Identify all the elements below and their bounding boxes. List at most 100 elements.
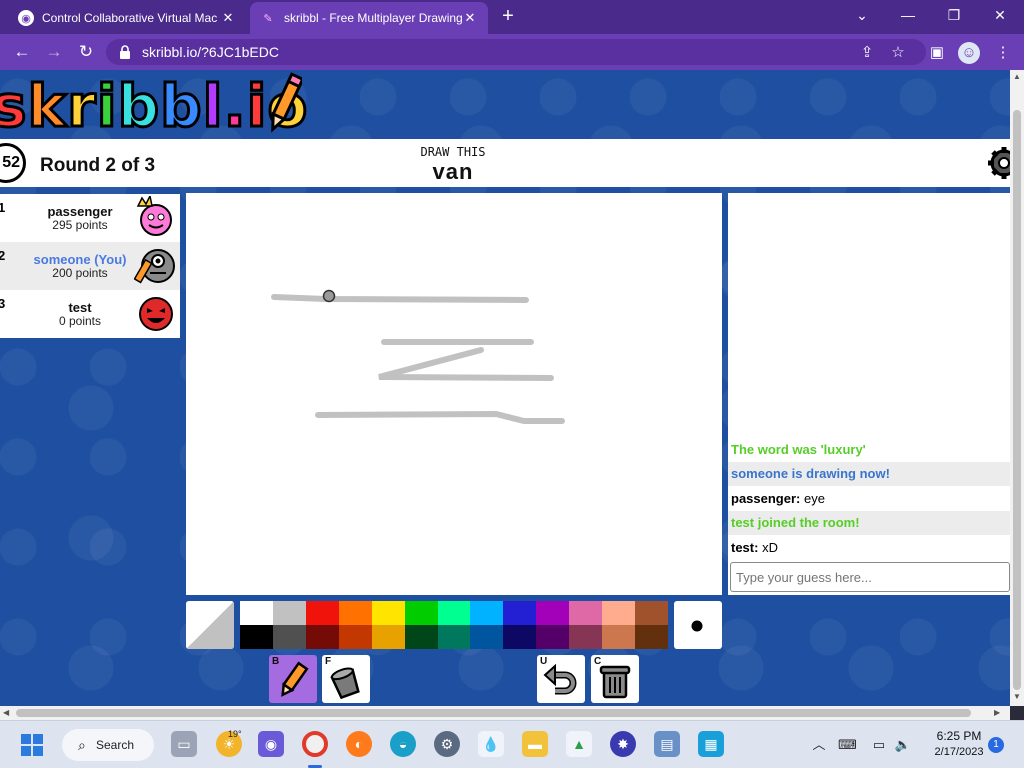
color-swatch[interactable] <box>338 625 372 649</box>
menu-kebab-icon[interactable]: ⋮ <box>992 42 1014 64</box>
vertical-scroll-thumb[interactable] <box>1013 110 1021 690</box>
water-drop-app-icon[interactable]: 💧 <box>478 731 504 757</box>
fill-tool-button[interactable]: F <box>322 655 370 703</box>
tab-close-icon[interactable]: ✕ <box>462 10 478 26</box>
color-swatch[interactable] <box>240 625 273 649</box>
player-row-someone[interactable]: 2 someone (You) 200 points <box>0 242 180 290</box>
clock-time[interactable]: 6:25 PM <box>920 729 998 743</box>
current-color-preview[interactable] <box>186 601 234 649</box>
guess-input[interactable] <box>730 562 1010 592</box>
minimize-button[interactable]: — <box>888 4 928 28</box>
color-swatch[interactable] <box>305 601 339 625</box>
color-swatch[interactable] <box>240 601 273 625</box>
color-swatch[interactable] <box>305 625 339 649</box>
color-swatch[interactable] <box>272 625 306 649</box>
brush-tool-button[interactable]: B <box>269 655 317 703</box>
color-swatch[interactable] <box>536 625 570 649</box>
draw-this-label: DRAW THIS <box>420 145 486 159</box>
color-swatch[interactable] <box>569 625 603 649</box>
color-palette <box>240 601 668 649</box>
profile-avatar-icon[interactable]: ☺ <box>958 42 980 64</box>
undo-button[interactable]: U <box>537 655 585 703</box>
color-swatch[interactable] <box>503 625 537 649</box>
tray-expand-chevron-icon[interactable]: ︿ <box>810 736 828 754</box>
clear-button[interactable]: C <box>591 655 639 703</box>
scroll-down-arrow-icon[interactable]: ▼ <box>1013 692 1021 701</box>
color-swatch[interactable] <box>338 601 372 625</box>
logo-letter: i <box>95 72 118 140</box>
windows-start-icon[interactable] <box>21 734 43 756</box>
chat-text: The word was 'luxury' <box>731 442 866 457</box>
color-swatch[interactable] <box>635 625 668 649</box>
player-row-passenger[interactable]: 1 passenger 295 points <box>0 194 180 242</box>
skribbl-pencil-favicon-icon: ✎ <box>263 12 273 25</box>
color-swatch[interactable] <box>437 601 471 625</box>
scroll-right-arrow-icon[interactable]: ▶ <box>994 708 1000 717</box>
color-swatch[interactable] <box>371 625 405 649</box>
game-header: 52 Round 2 of 3 DRAW THIS van <box>0 139 1010 187</box>
network-icon[interactable]: ▭ <box>870 736 888 754</box>
monitor-app-icon[interactable]: ▤ <box>654 731 680 757</box>
reload-icon[interactable]: ↻ <box>74 40 98 64</box>
vertical-scrollbar[interactable]: ▲ ▼ <box>1010 70 1024 706</box>
chrome-taskbar-icon[interactable] <box>302 731 328 757</box>
settings-icon[interactable]: ⚙ <box>434 731 460 757</box>
bookmark-star-icon[interactable]: ☆ <box>887 42 909 64</box>
clock-date[interactable]: 2/17/2023 <box>920 746 998 758</box>
chat-text: someone is drawing now! <box>731 466 890 481</box>
color-swatch[interactable] <box>635 601 668 625</box>
weather-temperature: 19° <box>228 729 242 739</box>
network-app-icon[interactable]: ✸ <box>610 731 636 757</box>
keyboard-icon[interactable]: ⌨ <box>838 736 857 754</box>
green-drop-app-icon[interactable]: ▲ <box>566 731 592 757</box>
share-icon[interactable]: ⇪ <box>856 42 878 64</box>
color-swatch[interactable] <box>536 601 570 625</box>
notification-badge[interactable]: 1 <box>988 737 1004 753</box>
color-swatch[interactable] <box>602 601 636 625</box>
tab-close-icon[interactable]: ✕ <box>220 10 236 26</box>
back-arrow-icon[interactable]: ← <box>10 40 34 64</box>
color-swatch[interactable] <box>437 625 471 649</box>
teams-chat-icon[interactable]: ◉ <box>258 731 284 757</box>
color-swatch[interactable] <box>470 601 504 625</box>
red-avatar-icon <box>139 297 173 331</box>
lock-icon <box>120 45 130 59</box>
tab-search-icon[interactable]: ⌄ <box>842 4 882 28</box>
forward-arrow-icon[interactable]: → <box>42 40 66 64</box>
address-bar[interactable]: skribbl.io/?6JC1bEDC <box>106 39 926 65</box>
color-swatch[interactable] <box>470 625 504 649</box>
color-swatch[interactable] <box>371 601 405 625</box>
color-swatch[interactable] <box>569 601 603 625</box>
volume-icon[interactable]: 🔈 <box>894 736 912 754</box>
chat-text: xD <box>758 540 778 555</box>
browser-toolbar: ← → ↻ skribbl.io/?6JC1bEDC ⇪ ☆ ▣ ☺ ⋮ <box>0 34 1024 70</box>
color-swatch[interactable] <box>404 601 438 625</box>
file-explorer-icon[interactable]: ▬ <box>522 731 548 757</box>
logo-letter: b <box>116 72 161 140</box>
firefox-icon[interactable]: ◐ <box>346 731 372 757</box>
settings-gear-icon[interactable] <box>984 145 1010 181</box>
tab-title: skribbl - Free Multiplayer Drawing <box>284 11 462 25</box>
brush-size-button[interactable] <box>674 601 722 649</box>
close-window-button[interactable]: ✕ <box>980 4 1020 28</box>
color-swatch[interactable] <box>404 625 438 649</box>
new-tab-button[interactable]: + <box>496 6 520 28</box>
virtual-machine-icon[interactable]: ▦ <box>698 731 724 757</box>
chat-message: The word was 'luxury' <box>728 438 1010 462</box>
taskbar-search[interactable]: ⌕ Search <box>62 729 154 761</box>
scroll-up-arrow-icon[interactable]: ▲ <box>1013 72 1021 81</box>
player-row-test[interactable]: 3 test 0 points <box>0 290 180 338</box>
edge-icon[interactable]: ◒ <box>390 731 416 757</box>
task-view-icon[interactable]: ▭ <box>171 731 197 757</box>
tab-skribbl[interactable]: ✎ skribbl - Free Multiplayer Drawing ✕ <box>250 2 488 34</box>
color-swatch[interactable] <box>272 601 306 625</box>
horizontal-scrollbar[interactable]: ◀ ▶ <box>0 706 1010 720</box>
tab-control-collaborative[interactable]: ◉ Control Collaborative Virtual Mac ✕ <box>8 2 246 34</box>
restore-button[interactable]: ❐ <box>934 4 974 28</box>
color-swatch[interactable] <box>503 601 537 625</box>
side-panel-icon[interactable]: ▣ <box>926 42 948 64</box>
color-swatch[interactable] <box>602 625 636 649</box>
drawing-canvas[interactable] <box>186 193 722 595</box>
horizontal-scroll-thumb[interactable] <box>16 709 971 717</box>
scroll-left-arrow-icon[interactable]: ◀ <box>3 708 9 717</box>
